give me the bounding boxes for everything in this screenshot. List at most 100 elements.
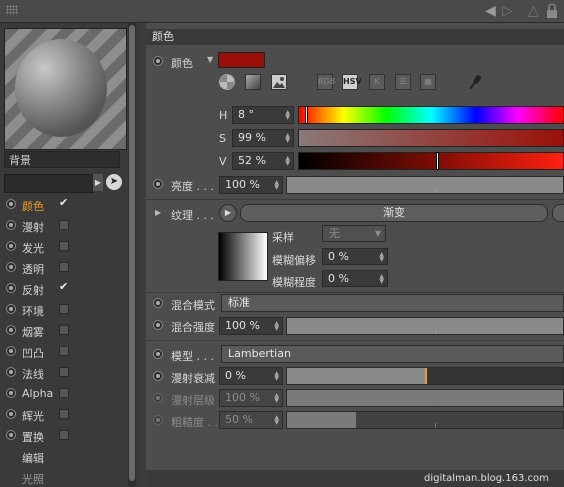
channel-item[interactable]: 置换 bbox=[4, 426, 128, 446]
watermark-text: digitalman.blog.163.com bbox=[424, 473, 549, 484]
eyedropper-icon[interactable] bbox=[467, 73, 483, 91]
mixer-icon[interactable]: ☰ bbox=[395, 74, 411, 90]
saturation-slider[interactable] bbox=[298, 129, 564, 147]
diffuse-falloff-slider[interactable] bbox=[286, 367, 564, 385]
channel-checkbox[interactable] bbox=[59, 409, 69, 419]
value-slider-handle[interactable] bbox=[436, 152, 439, 170]
channel-item[interactable]: 凹凸 bbox=[4, 342, 128, 362]
texture-gradient-button[interactable]: 渐变 bbox=[240, 204, 548, 222]
mix-mode-dropdown[interactable]: 标准 bbox=[221, 294, 564, 312]
texture-menu-button[interactable]: ▶ bbox=[219, 204, 237, 222]
channel-item[interactable]: 透明 bbox=[4, 258, 128, 278]
gradient-texture-preview[interactable] bbox=[218, 232, 268, 281]
channel-anim-radio[interactable] bbox=[6, 388, 16, 398]
channel-item[interactable]: 反射 ✔ bbox=[4, 279, 128, 299]
pick-cursor-icon[interactable]: ➤ bbox=[106, 174, 122, 190]
channel-checkbox[interactable] bbox=[59, 388, 69, 398]
channel-anim-radio[interactable] bbox=[6, 283, 16, 293]
channel-item[interactable]: 环境 bbox=[4, 300, 128, 320]
s-field[interactable]: 99 % ▲ ▼ bbox=[232, 129, 294, 147]
mix-strength-label: 混合强度 bbox=[171, 321, 215, 334]
hue-slider-handle[interactable] bbox=[305, 106, 308, 124]
mix-mode-label: 混合模式 bbox=[171, 299, 215, 312]
panel-grip-icon[interactable] bbox=[6, 5, 18, 15]
hue-slider[interactable] bbox=[298, 106, 564, 124]
color-wheel-icon[interactable] bbox=[219, 74, 235, 90]
channel-anim-radio[interactable] bbox=[6, 262, 16, 272]
color-swatch[interactable] bbox=[218, 52, 265, 68]
channel-item[interactable]: 烟雾 bbox=[4, 321, 128, 341]
material-name-field[interactable]: 背景 bbox=[4, 151, 120, 168]
brightness-anim-radio[interactable] bbox=[153, 179, 163, 189]
image-picker-icon[interactable] bbox=[271, 74, 287, 90]
material-preview[interactable] bbox=[4, 28, 127, 150]
rgb-mode-button[interactable]: RGB bbox=[317, 74, 335, 90]
channel-item[interactable]: 颜色 ✔ bbox=[4, 195, 128, 215]
value-slider[interactable] bbox=[298, 152, 564, 170]
channel-anim-radio[interactable] bbox=[6, 220, 16, 230]
model-dropdown[interactable]: Lambertian bbox=[221, 345, 564, 363]
forward-arrow-icon[interactable]: ▷ bbox=[502, 4, 513, 18]
diffuse-falloff-field[interactable]: 0 % ▲ ▼ bbox=[219, 367, 283, 385]
kelvin-mode-button[interactable]: K bbox=[369, 74, 385, 90]
channel-anim-radio[interactable] bbox=[6, 241, 16, 251]
channel-checkbox[interactable] bbox=[59, 325, 69, 335]
roughness-field: 50 % ▲ ▼ bbox=[219, 411, 283, 429]
mix-mode-anim-radio[interactable] bbox=[153, 298, 163, 308]
diffuse-level-field: 100 % ▲ ▼ bbox=[219, 389, 283, 407]
color-expand-icon[interactable]: ▼ bbox=[207, 55, 213, 64]
illumination-item[interactable]: 光照 bbox=[22, 471, 44, 487]
channel-anim-radio[interactable] bbox=[6, 409, 16, 419]
roughness-label: 粗糙度 . . bbox=[171, 416, 218, 429]
blur-offset-field[interactable]: 0 % ▲ ▼ bbox=[322, 248, 388, 265]
channel-item[interactable]: 漫射 bbox=[4, 216, 128, 236]
channel-anim-radio[interactable] bbox=[6, 199, 16, 209]
channel-anim-radio[interactable] bbox=[6, 346, 16, 356]
channel-anim-radio[interactable] bbox=[6, 325, 16, 335]
channel-checkbox[interactable] bbox=[59, 262, 69, 272]
edit-item[interactable]: 编辑 bbox=[22, 450, 44, 466]
channel-item[interactable]: 发光 bbox=[4, 237, 128, 257]
channel-label: 环境 bbox=[22, 305, 44, 318]
diffuse-level-slider bbox=[286, 389, 564, 407]
channel-checkbox[interactable] bbox=[59, 304, 69, 314]
mix-strength-anim-radio[interactable] bbox=[153, 320, 163, 330]
texture-extra-button[interactable] bbox=[552, 204, 564, 222]
model-anim-radio[interactable] bbox=[153, 349, 163, 359]
up-arrow-icon[interactable]: △ bbox=[528, 4, 539, 18]
swatch-grid-icon[interactable]: ▦ bbox=[420, 74, 436, 90]
mix-strength-field[interactable]: 100 % ▲ ▼ bbox=[219, 317, 283, 335]
channel-anim-radio[interactable] bbox=[6, 430, 16, 440]
sampling-dropdown[interactable]: 无 ▼ bbox=[322, 225, 386, 242]
channel-label: 置换 bbox=[22, 431, 44, 444]
channel-item[interactable]: 法线 bbox=[4, 363, 128, 383]
search-arrow-icon[interactable]: ▶ bbox=[93, 174, 103, 191]
channel-checkbox[interactable] bbox=[59, 220, 69, 230]
mix-strength-slider[interactable] bbox=[286, 317, 564, 335]
channel-item[interactable]: 辉光 bbox=[4, 405, 128, 425]
diffuse-falloff-anim-radio[interactable] bbox=[153, 371, 163, 381]
channel-checkbox-checked[interactable]: ✔ bbox=[59, 281, 69, 293]
channel-checkbox[interactable] bbox=[59, 346, 69, 356]
search-input[interactable] bbox=[4, 174, 94, 193]
channel-checkbox-checked[interactable]: ✔ bbox=[59, 197, 69, 209]
spectrum-icon[interactable] bbox=[245, 74, 261, 90]
blur-degree-field[interactable]: 0 % ▲ ▼ bbox=[322, 270, 388, 287]
channel-item[interactable]: Alpha bbox=[4, 384, 128, 404]
channel-anim-radio[interactable] bbox=[6, 304, 16, 314]
section-title: 颜色 bbox=[146, 29, 564, 45]
channel-checkbox[interactable] bbox=[59, 367, 69, 377]
color-anim-radio[interactable] bbox=[153, 56, 163, 66]
channel-checkbox[interactable] bbox=[59, 430, 69, 440]
back-arrow-icon[interactable]: ◀ bbox=[485, 4, 496, 18]
lock-icon[interactable] bbox=[546, 3, 558, 18]
sidebar-scrollbar[interactable] bbox=[128, 23, 136, 487]
brightness-field[interactable]: 100 % ▲ ▼ bbox=[219, 176, 283, 194]
v-field[interactable]: 52 % ▲ ▼ bbox=[232, 152, 294, 170]
texture-expand-icon[interactable]: ▶ bbox=[155, 208, 161, 217]
channel-checkbox[interactable] bbox=[59, 241, 69, 251]
channel-anim-radio[interactable] bbox=[6, 367, 16, 377]
hsv-mode-button[interactable]: HSV bbox=[342, 74, 362, 90]
h-field[interactable]: 8 ° ▲ ▼ bbox=[232, 106, 294, 124]
brightness-slider[interactable] bbox=[286, 176, 564, 194]
